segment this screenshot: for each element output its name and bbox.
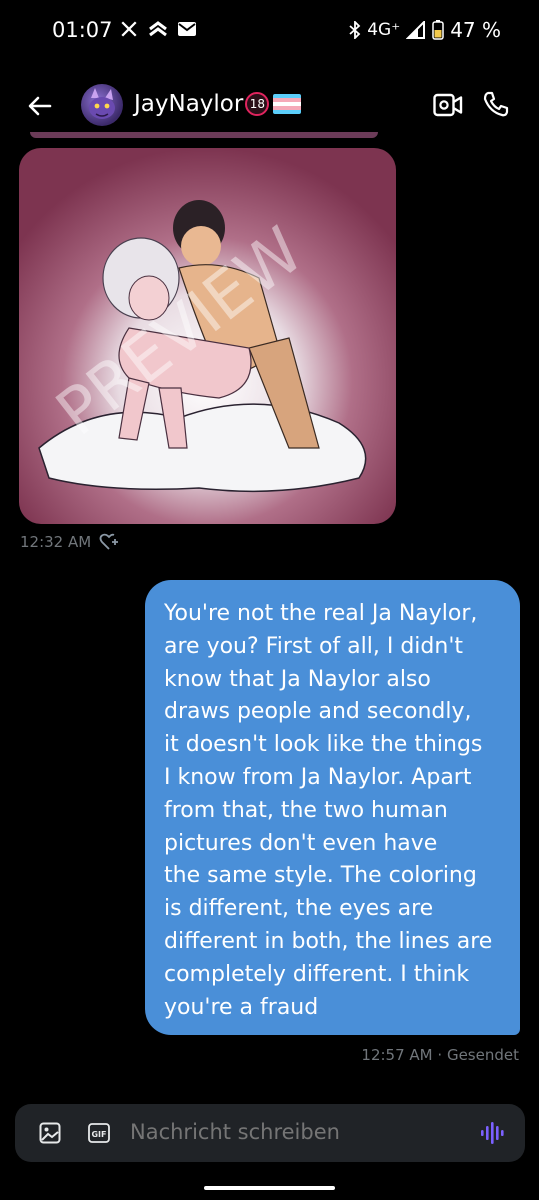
bluetooth-icon bbox=[349, 21, 361, 39]
conversation-title[interactable]: JayNaylor 18 bbox=[134, 91, 302, 117]
sent-message-text: You're not the real Ja Naylor, are you? … bbox=[164, 601, 493, 1020]
back-arrow-icon[interactable] bbox=[24, 90, 56, 122]
message-composer: GIF bbox=[15, 1104, 525, 1162]
battery-percent: 47 % bbox=[450, 18, 501, 42]
artwork-image: PREVIEW bbox=[19, 148, 396, 524]
image-upload-icon[interactable] bbox=[39, 1122, 61, 1144]
avatar-creature-icon bbox=[89, 88, 115, 119]
sent-message-time: 12:57 AM bbox=[361, 1046, 433, 1064]
previous-message-edge bbox=[30, 132, 378, 138]
app-chevrons-icon bbox=[149, 21, 167, 37]
gif-label: GIF bbox=[91, 1130, 106, 1139]
home-indicator[interactable] bbox=[204, 1186, 335, 1190]
message-input[interactable] bbox=[128, 1119, 452, 1145]
mail-icon bbox=[178, 22, 196, 36]
status-time: 01:07 bbox=[52, 18, 113, 42]
image-message-time: 12:32 AM bbox=[20, 533, 92, 551]
adult-18-badge-icon: 18 bbox=[245, 92, 270, 116]
received-image-message[interactable]: PREVIEW bbox=[19, 148, 396, 524]
video-call-icon[interactable] bbox=[433, 92, 463, 118]
phone-icon[interactable] bbox=[482, 90, 510, 118]
avatar[interactable] bbox=[81, 84, 123, 126]
battery-icon bbox=[432, 20, 444, 40]
sent-message-meta: 12:57 AM · Gesendet bbox=[361, 1046, 519, 1064]
network-type: 4G⁺ bbox=[367, 20, 401, 40]
notification-icons bbox=[120, 20, 196, 38]
voice-message-icon[interactable] bbox=[480, 1121, 506, 1145]
image-message-meta: 12:32 AM bbox=[20, 533, 119, 551]
trans-flag-icon bbox=[273, 94, 302, 114]
sent-status: Gesendet bbox=[446, 1046, 519, 1064]
conversation-header: JayNaylor 18 bbox=[0, 78, 539, 134]
gif-icon[interactable]: GIF bbox=[88, 1123, 110, 1143]
add-reaction-icon[interactable] bbox=[99, 533, 119, 551]
signal-icon bbox=[406, 21, 426, 39]
status-bar: 01:07 4G⁺ 47 % bbox=[0, 0, 539, 64]
meta-separator: · bbox=[437, 1046, 443, 1064]
display-name: JayNaylor bbox=[134, 91, 244, 117]
system-icons: 4G⁺ 47 % bbox=[349, 18, 501, 42]
x-logo-icon bbox=[121, 21, 137, 37]
sent-message-bubble[interactable]: You're not the real Ja Naylor, are you? … bbox=[145, 580, 520, 1035]
